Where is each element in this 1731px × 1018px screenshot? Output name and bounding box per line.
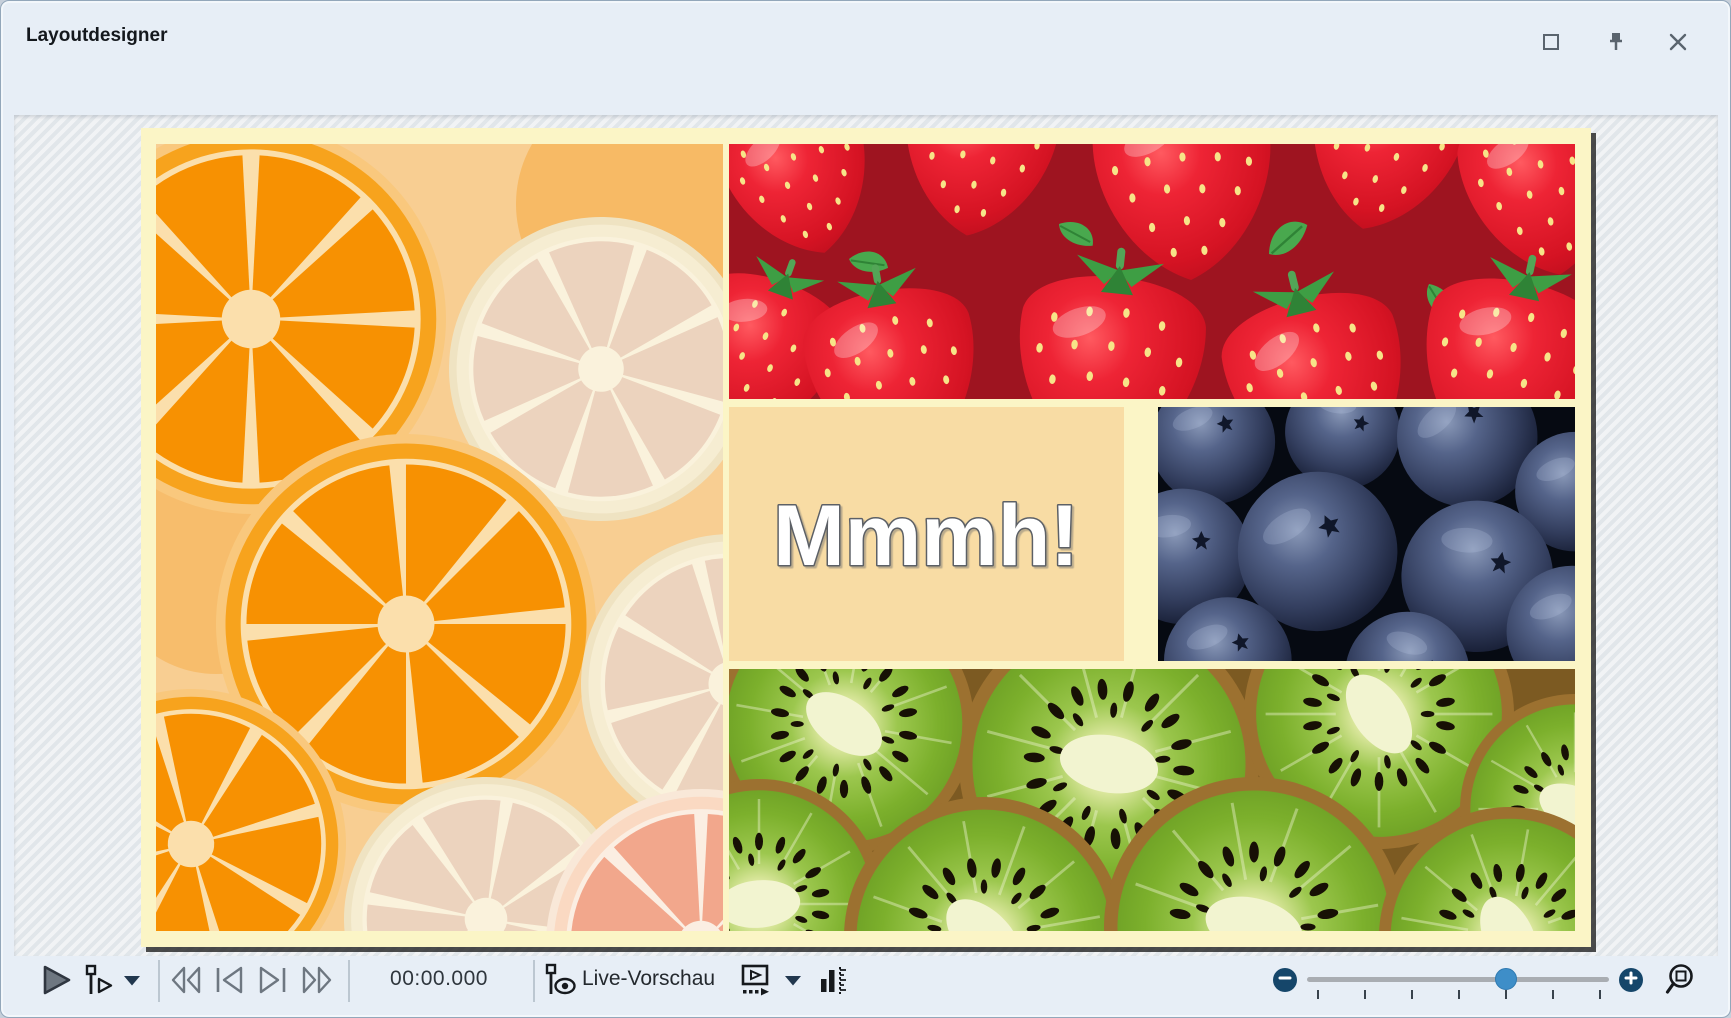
fast-forward-icon: [300, 965, 334, 1000]
maximize-icon: [1542, 33, 1560, 51]
chevron-down-icon: [785, 973, 801, 991]
timeline-scale-button[interactable]: [816, 963, 850, 1001]
titlebar: Layoutdesigner: [1, 1, 1730, 57]
kiwi-image[interactable]: [729, 669, 1575, 931]
maximize-button[interactable]: [1538, 29, 1564, 55]
play-icon: [40, 963, 74, 1002]
pin-button[interactable]: [1603, 29, 1629, 55]
time-display: 00:00.000: [374, 967, 504, 991]
caption-panel[interactable]: Mmmh!: [729, 407, 1124, 661]
chevron-down-icon: [124, 973, 140, 991]
pin-icon: [1606, 31, 1626, 53]
layoutdesigner-window: Layoutdesigner: [0, 0, 1731, 1018]
transport-separator: [533, 960, 535, 1002]
skip-to-end-button[interactable]: [254, 964, 292, 1000]
transport-bar: 00:00.000 Live-Vorschau: [14, 956, 1716, 1007]
window-title: Layoutdesigner: [26, 25, 167, 47]
zoom-slider-track[interactable]: [1307, 977, 1609, 982]
transport-separator: [158, 960, 160, 1002]
preview-range-icon: [739, 963, 773, 1002]
citrus-image[interactable]: [156, 144, 723, 931]
close-button[interactable]: [1665, 29, 1691, 55]
live-preview-button[interactable]: [543, 963, 577, 1001]
zoom-slider-thumb[interactable]: [1495, 968, 1517, 990]
zoom-out-button[interactable]: [1273, 968, 1297, 992]
toolbar: Zeitmarke: s: [1, 57, 1730, 115]
zoom-control: [1259, 956, 1716, 1007]
rewind-button[interactable]: [167, 964, 205, 1000]
caption-text: Mmmh!: [773, 488, 1079, 584]
design-canvas[interactable]: Mmmh!: [14, 115, 1718, 956]
strawberries-image[interactable]: [729, 144, 1575, 399]
transport-separator: [348, 960, 350, 1002]
blueberries-illustration: [1158, 407, 1575, 661]
zoom-out-icon: [1278, 971, 1292, 990]
timeline-scale-icon: [818, 964, 848, 1001]
play-button[interactable]: [36, 963, 78, 1001]
blueberries-image[interactable]: [1158, 407, 1575, 661]
skip-to-start-icon: [212, 965, 246, 1000]
live-preview-label[interactable]: Live-Vorschau: [582, 967, 715, 991]
zoom-in-button[interactable]: [1619, 968, 1643, 992]
zoom-fit-icon: [1665, 962, 1701, 1003]
play-from-marker-icon: [84, 963, 116, 1002]
preview-options-dropdown[interactable]: [782, 973, 804, 991]
slide[interactable]: Mmmh!: [141, 128, 1591, 947]
live-preview-icon: [544, 963, 576, 1002]
rewind-icon: [169, 965, 203, 1000]
zoom-in-icon: [1624, 971, 1638, 990]
fast-forward-button[interactable]: [298, 964, 336, 1000]
strawberries-illustration: [729, 144, 1575, 399]
close-icon: [1668, 32, 1688, 52]
play-from-marker-button[interactable]: [82, 963, 118, 1001]
caption-text-svg: Mmmh!: [729, 407, 1124, 661]
zoom-slider-ticks: [1317, 990, 1601, 999]
play-options-dropdown[interactable]: [122, 973, 142, 991]
kiwi-illustration: [729, 669, 1575, 931]
skip-to-start-button[interactable]: [210, 964, 248, 1000]
preview-range-button[interactable]: [737, 963, 775, 1001]
zoom-fit-button[interactable]: [1663, 963, 1703, 1001]
skip-to-end-icon: [256, 965, 290, 1000]
citrus-illustration: [156, 144, 723, 931]
